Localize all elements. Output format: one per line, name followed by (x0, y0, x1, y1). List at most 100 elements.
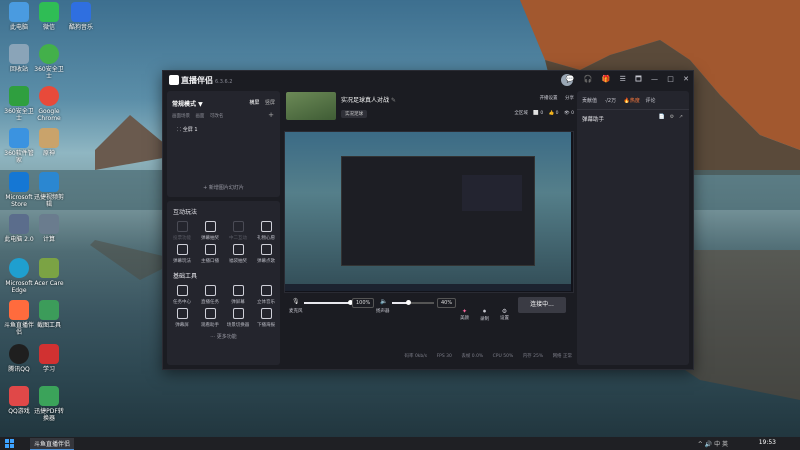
headset-icon[interactable]: 🎧 (584, 75, 593, 83)
stream-title[interactable]: 实况足球真人对战 ✎ (341, 95, 396, 104)
desktop-icon-video-editor[interactable]: 迅捷视频剪辑 (32, 172, 66, 208)
desktop-icon-this-pc-2[interactable]: 此电脑 2.0 (2, 214, 36, 243)
tool-screen-danmu[interactable]: 弹屏幕 (225, 285, 251, 305)
desktop-icon-this-pc[interactable]: 此电脑 (2, 2, 36, 31)
fullscreen-area-button[interactable]: 全区域 (514, 111, 528, 116)
microphone-icon[interactable]: 🎙 (292, 298, 300, 305)
tool-vote[interactable]: 投票功能 (169, 221, 195, 241)
tool-end-poster[interactable]: 下播海报 (253, 308, 279, 328)
record-button[interactable]: ⏺ 录制 (480, 308, 489, 322)
scene-item[interactable]: ⸬ 全屏 1 (177, 126, 198, 133)
tool-danmu-screen[interactable]: 弹幕屏 (169, 308, 195, 328)
subtab-picture[interactable]: 画面 (195, 114, 204, 119)
desktop-icon-edge[interactable]: Microsoft Edge (2, 258, 36, 294)
desktop-icon-360-guard[interactable]: 360安全卫士 (2, 86, 36, 122)
desktop-icon-360-software[interactable]: 360软件管家 (2, 128, 36, 164)
settings-button[interactable]: ⚙ 设置 (500, 308, 509, 321)
popout-icon[interactable]: ↗ (679, 114, 683, 120)
mic-percent[interactable]: 100% (352, 298, 375, 308)
desktop-icon-chrome[interactable]: Google Chrome (32, 86, 66, 122)
tool-song-request[interactable]: 弹幕点歌 (253, 244, 279, 264)
share-link[interactable]: 分享 (565, 96, 574, 101)
assistant-actions: 📄 ⚙ ↗ (659, 114, 683, 120)
tool-danmu-lottery[interactable]: 弹幕抽奖 (197, 221, 223, 241)
more-icon: ⋯ (210, 334, 216, 340)
speaker-icon[interactable]: 🔈 (380, 298, 387, 305)
desktop-icon-kugou[interactable]: 酷狗音乐 (64, 2, 98, 31)
gear-icon[interactable]: ⚙ (670, 114, 674, 120)
tool-danmu-play[interactable]: 弹幕玩法 (169, 244, 195, 264)
start-stream-button[interactable]: 连接中... (518, 297, 566, 313)
desktop-icon-pdf-converter[interactable]: 迅捷PDF转换器 (32, 386, 66, 422)
status-bar: 码率 0kb/s FPS 30 丢帧 0.0% CPU 50% 内存 25% 网… (284, 353, 572, 359)
gear-icon: ⚙ (501, 308, 508, 315)
mode-dropdown[interactable]: 常规模式 ▼ (172, 99, 203, 108)
desktop-icon-wechat[interactable]: 微信 (32, 2, 66, 31)
speaker-label: 扬声器 (376, 309, 390, 314)
desktop-icon-study[interactable]: 学习 (32, 344, 66, 373)
desktop-icon-acer-care[interactable]: Acer Care (32, 258, 66, 287)
mic-volume-slider[interactable] (304, 300, 353, 305)
close-button[interactable]: ✕ (683, 75, 689, 83)
message-icon[interactable]: 💬 (566, 75, 575, 83)
tool-stereo-music[interactable]: 立体音乐 (253, 285, 279, 305)
tool-task-center[interactable]: 任务中心 (169, 285, 195, 305)
gift-icon[interactable]: 🎁 (602, 75, 611, 83)
system-tray[interactable]: ^ 🔊 中 英 (698, 439, 728, 448)
speaker-volume-slider[interactable] (392, 300, 434, 305)
desktop-icon-genshin[interactable]: 原神 (32, 128, 66, 157)
assistant-icon (204, 308, 216, 319)
poster-icon (260, 308, 272, 319)
add-slideshow-button[interactable]: + 新增图片幻灯片 (167, 184, 280, 191)
desktop-icon-snip[interactable]: 截图工具 (32, 300, 66, 329)
speaker-percent[interactable]: 40% (437, 298, 457, 308)
desktop-icon-360[interactable]: 360安全卫士 (32, 44, 66, 80)
taskbar-app-douyu[interactable]: 斗鱼直播伴侣 (30, 438, 75, 450)
clipboard-icon (176, 285, 188, 296)
tool-watch-assistant[interactable]: 观看助手 (197, 308, 223, 328)
desktop-icon-douyu[interactable]: 斗鱼直播伴侣 (2, 300, 36, 336)
tool-scene-switcher[interactable]: 场景切换器 (225, 308, 251, 328)
desktop-icon-qq-game[interactable]: QQ游戏 (2, 386, 36, 415)
tool-anchor-broadcast[interactable]: 主播口播 (197, 244, 223, 264)
stream-cover-thumbnail[interactable] (286, 92, 336, 120)
add-source-icon[interactable]: + (268, 111, 274, 119)
subtab-rename[interactable]: 可改名 (210, 114, 224, 119)
beauty-button[interactable]: ✦ 美颜 (460, 308, 469, 321)
tab-comments[interactable]: 评论 (646, 98, 656, 104)
windows-taskbar: 斗鱼直播伴侣 ^ 🔊 中 英 19:53 (0, 437, 800, 450)
category-tag[interactable]: 实况足球 (341, 110, 367, 118)
document-icon[interactable]: 📄 (659, 114, 665, 120)
tab-hot[interactable]: 🔥热度 (624, 98, 640, 104)
tab-portrait[interactable]: 竖屏 (265, 100, 275, 106)
tool-live-task[interactable]: 直播任务 (197, 285, 223, 305)
live-settings-link[interactable]: 开播设置 (540, 96, 558, 101)
status-drop: 丢帧 0.0% (461, 354, 484, 359)
desktop-icon-calculator[interactable]: 计算 (32, 214, 66, 243)
tools-card: 互动玩法 投票功能 弹幕抽奖 中二互动 礼物心愿 弹幕玩法 主播口播 福袋抽奖 … (167, 201, 280, 365)
desktop-icon-qq[interactable]: 腾讯QQ (2, 344, 36, 373)
preview-app-capture (341, 156, 535, 266)
tool-gift-wish[interactable]: 礼物心愿 (253, 221, 279, 241)
start-button[interactable] (5, 439, 14, 448)
taskbar-clock[interactable]: 19:53 (759, 439, 776, 446)
preview-nested-window (462, 175, 522, 211)
screen-icon (204, 244, 216, 255)
tab-contribution[interactable]: 贡献值 (582, 98, 597, 104)
task-icon (204, 285, 216, 296)
maximize-button[interactable]: □ (667, 75, 674, 83)
desktop-icon-recycle-bin[interactable]: 回收站 (2, 44, 36, 73)
tool-lucky-bag[interactable]: 福袋抽奖 (225, 244, 251, 264)
subtab-scene[interactable]: 画面场景 (172, 114, 190, 119)
counter-viewers: 👁 0 (563, 111, 574, 116)
menu-icon[interactable]: ☰ (620, 75, 626, 83)
tab-landscape[interactable]: 横屏 (249, 100, 259, 106)
edit-icon[interactable]: ✎ (391, 97, 396, 104)
desktop-icon-ms-store[interactable]: Microsoft Store (2, 172, 36, 208)
more-features-button[interactable]: ⋯ 更多功能 (167, 333, 280, 340)
stream-preview[interactable] (284, 131, 574, 293)
minimize-button[interactable]: — (651, 75, 658, 83)
status-bitrate: 码率 0kb/s (404, 354, 428, 359)
tool-interaction[interactable]: 中二互动 (225, 221, 251, 241)
mini-mode-icon[interactable]: 🗖 (635, 75, 642, 83)
